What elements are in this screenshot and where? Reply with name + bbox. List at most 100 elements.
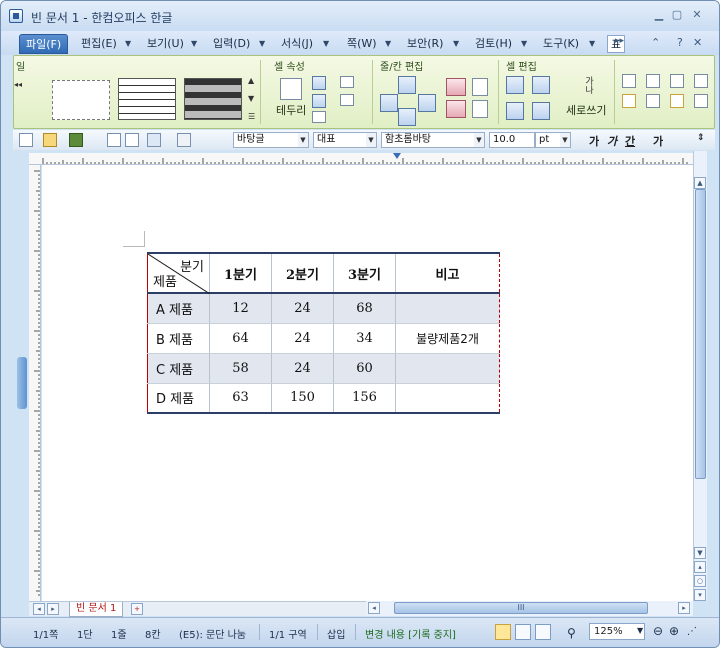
- border-label[interactable]: 테두리: [276, 102, 306, 118]
- table-row-label[interactable]: A 제품: [147, 293, 210, 324]
- split-col-icon[interactable]: [472, 100, 488, 118]
- table-note-cell[interactable]: 불량제품2개: [395, 323, 500, 354]
- table-cell[interactable]: 24: [271, 353, 334, 384]
- ribbon-collapse-icon[interactable]: ⌃: [651, 36, 660, 49]
- menu-file[interactable]: 파일(F): [19, 34, 69, 54]
- gallery-more-icon[interactable]: ☰: [248, 112, 255, 121]
- new-tab-icon[interactable]: +: [131, 603, 143, 615]
- zoom-in-icon[interactable]: ⊕: [669, 624, 679, 638]
- menu-insert[interactable]: 입력(D): [213, 35, 250, 53]
- tab-next-icon[interactable]: ▸: [47, 603, 59, 615]
- style-select[interactable]: 바탕글 ▼: [233, 132, 309, 148]
- bold-button[interactable]: 가: [589, 133, 599, 149]
- chevron-down-icon[interactable]: ▼: [560, 133, 570, 147]
- insert-col-right-icon[interactable]: [418, 94, 436, 112]
- equal-width-icon[interactable]: [506, 102, 524, 120]
- open-folder-icon[interactable]: [43, 133, 57, 147]
- chevron-down-icon[interactable]: ▼: [521, 35, 527, 53]
- align-top-left-icon[interactable]: [622, 74, 636, 88]
- maximize-icon[interactable]: ▢: [669, 8, 685, 22]
- chevron-down-icon[interactable]: ▼: [366, 133, 376, 147]
- font-size-input[interactable]: 10.0: [489, 132, 535, 148]
- close-doc-icon[interactable]: ✕: [693, 36, 702, 49]
- align-top-right-icon[interactable]: [670, 74, 684, 88]
- toolbar-options-icon[interactable]: ⇕: [697, 133, 705, 143]
- table-cell[interactable]: 12: [209, 293, 272, 324]
- prev-page-icon[interactable]: ▴: [694, 561, 706, 573]
- table-row-label[interactable]: C 제품: [147, 353, 210, 384]
- scroll-down-icon[interactable]: ▼: [694, 547, 706, 559]
- outline-view-icon[interactable]: [535, 624, 551, 640]
- table-cell[interactable]: 63: [209, 383, 272, 414]
- vertical-scrollbar[interactable]: ▲ ▼ ▴ ○ ▾: [693, 151, 707, 601]
- chevron-down-icon[interactable]: ▼: [125, 35, 131, 53]
- ribbon-scroll-left-icon[interactable]: ◂◂: [14, 80, 22, 89]
- vertical-text-label[interactable]: 세로쓰기: [566, 102, 606, 118]
- fill-color-icon[interactable]: [312, 94, 326, 108]
- table-row-label[interactable]: B 제품: [147, 323, 210, 354]
- vertical-scroll-thumb[interactable]: [695, 189, 706, 479]
- gallery-up-icon[interactable]: ▲: [248, 76, 254, 85]
- page-view-icon[interactable]: [515, 624, 531, 640]
- chevron-down-icon[interactable]: ▼: [323, 35, 329, 53]
- split-cells-icon[interactable]: [532, 76, 550, 94]
- save-icon[interactable]: [69, 133, 83, 147]
- menu-edit[interactable]: 편집(E): [81, 35, 117, 53]
- table-cell[interactable]: 156: [333, 383, 396, 414]
- help-icon[interactable]: ?: [677, 36, 683, 49]
- align-middle-justify-icon[interactable]: [694, 94, 708, 108]
- table-cell[interactable]: 34: [333, 323, 396, 354]
- align-top-justify-icon[interactable]: [694, 74, 708, 88]
- chevron-down-icon[interactable]: ▼: [453, 35, 459, 53]
- menu-overflow-icon[interactable]: ▸▸: [615, 36, 624, 46]
- new-document-icon[interactable]: [19, 133, 33, 147]
- table-corner-cell[interactable]: 분기 제품: [147, 252, 210, 294]
- tab-document[interactable]: 빈 문서 1: [69, 602, 124, 617]
- menu-review[interactable]: 검토(H): [475, 35, 512, 53]
- merge-cells-icon[interactable]: [506, 76, 524, 94]
- cell-shade-icon[interactable]: [312, 111, 326, 123]
- table-cell[interactable]: 60: [333, 353, 396, 384]
- table-note-cell[interactable]: [395, 353, 500, 384]
- table-style-dashed[interactable]: [52, 80, 110, 120]
- equal-height-icon[interactable]: [532, 102, 550, 120]
- vertical-ruler[interactable]: [29, 165, 41, 601]
- horizontal-scrollbar[interactable]: ◂ III ▸: [366, 601, 693, 616]
- menu-tools[interactable]: 도구(K): [543, 35, 579, 53]
- insert-row-above-icon[interactable]: [398, 76, 416, 94]
- table-cell[interactable]: 58: [209, 353, 272, 384]
- menu-view[interactable]: 보기(U): [147, 35, 184, 53]
- tab-prev-icon[interactable]: ◂: [33, 603, 45, 615]
- next-page-icon[interactable]: ▾: [694, 589, 706, 601]
- chevron-down-icon[interactable]: ▼: [637, 626, 643, 635]
- magnifier-icon[interactable]: ⚲: [567, 626, 576, 640]
- menu-security[interactable]: 보안(R): [407, 35, 443, 53]
- table-cell[interactable]: 24: [271, 293, 334, 324]
- underline-button[interactable]: 간: [625, 133, 635, 149]
- line-style-icon[interactable]: [340, 76, 354, 88]
- table-cell[interactable]: 68: [333, 293, 396, 324]
- line-width-icon[interactable]: [340, 94, 354, 106]
- resize-grip-icon[interactable]: ⋰: [687, 626, 697, 637]
- minimize-icon[interactable]: ▁: [651, 8, 667, 22]
- chevron-down-icon[interactable]: ▼: [474, 133, 484, 147]
- chevron-down-icon[interactable]: ▼: [589, 35, 595, 53]
- data-table[interactable]: 분기 제품 1분기 2분기 3분기 비고 A 제품 12 24 68 B 제품 …: [147, 252, 500, 414]
- chevron-down-icon[interactable]: ▼: [191, 35, 197, 53]
- chevron-down-icon[interactable]: ▼: [385, 35, 391, 53]
- split-row-icon[interactable]: [472, 78, 488, 96]
- chevron-down-icon[interactable]: ▼: [298, 133, 308, 147]
- language-select[interactable]: 대표 ▼: [313, 132, 377, 148]
- italic-button[interactable]: 가: [607, 133, 617, 149]
- font-select[interactable]: 함초롬바탕 ▼: [381, 132, 485, 148]
- pen-color-icon[interactable]: [312, 76, 326, 90]
- scroll-left-icon[interactable]: ◂: [368, 602, 380, 614]
- redo-icon[interactable]: [177, 133, 191, 147]
- horizontal-scroll-thumb[interactable]: III: [394, 602, 648, 614]
- more-format-button[interactable]: 가: [653, 133, 663, 149]
- delete-col-icon[interactable]: [446, 100, 466, 118]
- menu-page[interactable]: 쪽(W): [347, 35, 377, 53]
- print-icon[interactable]: [107, 133, 121, 147]
- vertical-text-icon[interactable]: 가나: [582, 76, 595, 94]
- menu-format[interactable]: 서식(J): [281, 35, 313, 53]
